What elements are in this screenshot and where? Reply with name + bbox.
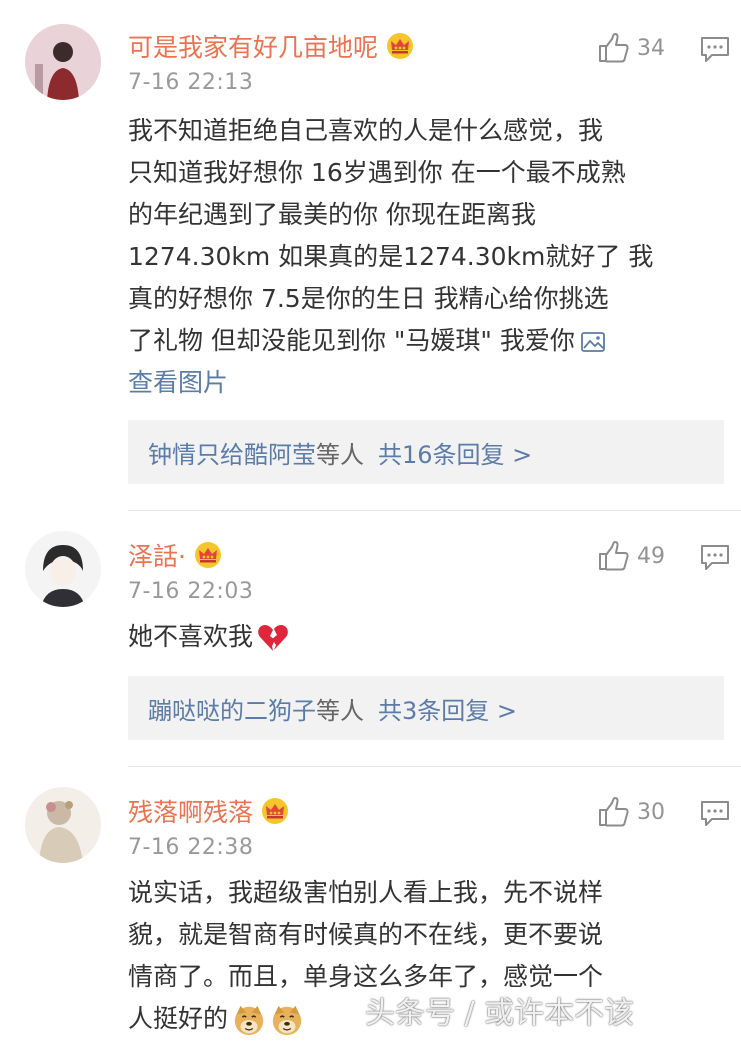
replies-preview[interactable]: 钟情只给酷阿莹 等人 共16条回复 >	[128, 420, 724, 484]
comment-line: 我不知道拒绝自己喜欢的人是什么感觉，我	[128, 116, 604, 145]
comment-line: 说实话，我超级害怕别人看上我，先不说样	[128, 878, 604, 907]
comment-line: 真的好想你 7.5是你的生日 我精心给你挑选	[128, 284, 609, 313]
crown-icon	[261, 797, 289, 825]
comment-line: 人挺好的	[128, 1004, 229, 1033]
timestamp: 7-16 22:13	[128, 70, 254, 95]
like-count: 30	[637, 799, 665, 825]
comment-line: 1274.30km 如果真的是1274.30km就好了 我	[128, 242, 654, 271]
reply-count-link[interactable]: 共3条回复 >	[378, 691, 517, 726]
replies-preview[interactable]: 蹦哒哒的二狗子 等人 共3条回复 >	[128, 676, 724, 740]
username[interactable]: 泽話·	[128, 537, 222, 573]
comment-text: 我不知道拒绝自己喜欢的人是什么感觉，我 只知道我好想你 16岁遇到你 在一个最不…	[128, 110, 718, 404]
reply-icon[interactable]	[700, 544, 730, 572]
like-button[interactable]: 34	[597, 32, 665, 64]
comment-line: 貌，就是智商有时候真的不在线，更不要说	[128, 920, 604, 949]
doge-emoji-icon	[232, 1003, 266, 1037]
divider	[128, 510, 741, 511]
reply-usernames[interactable]: 钟情只给酷阿莹	[148, 435, 316, 470]
comment-line-last: 了礼物 但却没能见到你 "马媛琪" 我爱你	[128, 320, 718, 362]
reply-mid-text: 等人	[316, 440, 364, 469]
like-button[interactable]: 30	[597, 796, 665, 828]
broken-heart-icon	[258, 625, 288, 651]
comment-line: 她不喜欢我	[128, 622, 254, 651]
comment-line: 只知道我好想你 16岁遇到你 在一个最不成熟	[128, 158, 626, 187]
comment-text: 她不喜欢我	[128, 616, 718, 658]
watermark: 头条号 / 或许本不该	[365, 996, 635, 1031]
like-button[interactable]: 49	[597, 540, 665, 572]
comment-line-last: 她不喜欢我	[128, 616, 718, 658]
thumb-up-icon	[597, 32, 629, 64]
thumb-up-icon	[597, 796, 629, 828]
timestamp: 7-16 22:03	[128, 579, 254, 604]
reply-usernames[interactable]: 蹦哒哒的二狗子	[148, 691, 316, 726]
avatar[interactable]	[25, 531, 101, 607]
username-text[interactable]: 可是我家有好几亩地呢	[128, 28, 378, 64]
username-text[interactable]: 泽話·	[128, 537, 186, 573]
username[interactable]: 可是我家有好几亩地呢	[128, 28, 414, 64]
reply-icon[interactable]	[700, 36, 730, 64]
avatar[interactable]	[25, 787, 101, 863]
image-icon[interactable]	[580, 332, 605, 352]
reply-count-link[interactable]: 共16条回复 >	[378, 435, 532, 470]
timestamp: 7-16 22:38	[128, 835, 254, 860]
avatar[interactable]	[25, 24, 101, 100]
reply-mid-text: 等人	[316, 696, 364, 725]
crown-icon	[386, 32, 414, 60]
crown-icon	[194, 541, 222, 569]
thumb-up-icon	[597, 540, 629, 572]
comment-line: 了礼物 但却没能见到你 "马媛琪" 我爱你	[128, 326, 575, 355]
username-text[interactable]: 残落啊残落	[128, 793, 253, 829]
username[interactable]: 残落啊残落	[128, 793, 289, 829]
divider	[128, 766, 741, 767]
see-image-link[interactable]: 查看图片	[128, 362, 718, 404]
like-count: 49	[637, 543, 665, 569]
like-count: 34	[637, 35, 665, 61]
doge-emoji-icon	[270, 1003, 304, 1037]
reply-icon[interactable]	[700, 800, 730, 828]
comment-line: 的年纪遇到了最美的你 你现在距离我	[128, 200, 536, 229]
